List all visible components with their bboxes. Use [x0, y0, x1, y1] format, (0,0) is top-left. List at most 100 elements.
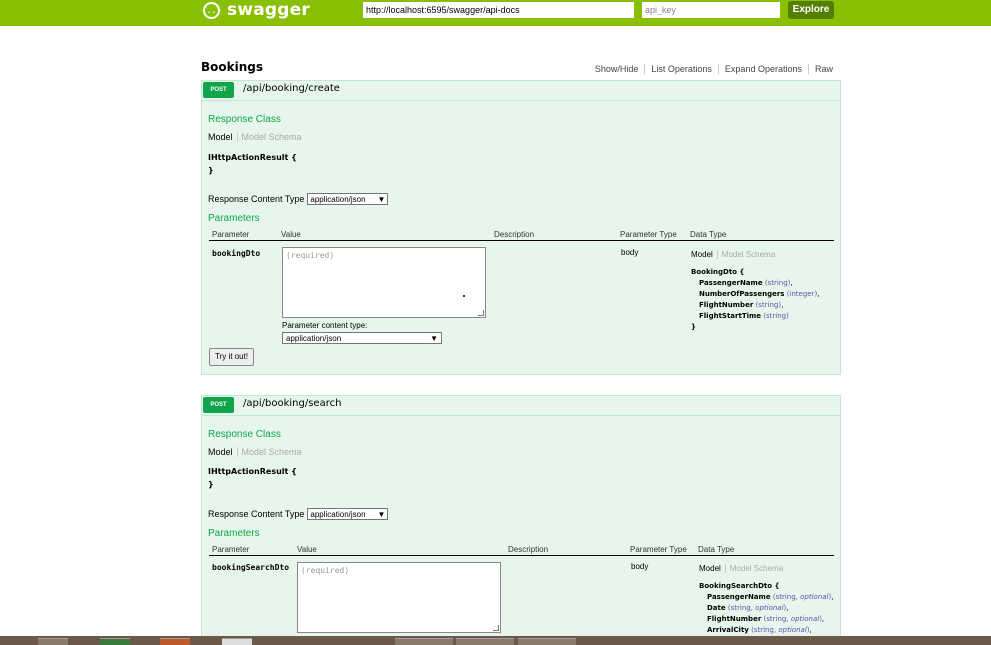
response-content-type-select[interactable]: application/json ▼: [307, 193, 389, 205]
response-class-heading: Response Class: [208, 114, 281, 125]
prop-type: string: [766, 615, 787, 623]
show-hide-link[interactable]: Show/Hide: [589, 64, 646, 74]
taskbar-item[interactable]: [160, 638, 190, 645]
prop-type: string: [758, 301, 779, 309]
col-value: Value: [297, 545, 317, 554]
explore-button[interactable]: Explore: [788, 1, 834, 19]
cursor-dot: [463, 295, 465, 297]
datatype-tab-model-schema[interactable]: Model Schema: [718, 250, 775, 259]
parameters-table-header: Parameter Value Description Parameter Ty…: [209, 545, 834, 556]
resize-handle-icon[interactable]: [493, 625, 499, 631]
param-content-type-select[interactable]: application/json ▼: [282, 332, 442, 344]
response-content-type-value: application/json: [310, 194, 366, 204]
prop-name: PassengerName: [699, 279, 763, 287]
response-model: IHttpActionResult { }: [208, 465, 297, 491]
col-data-type: Data Type: [690, 230, 727, 239]
resource-title[interactable]: Bookings: [201, 60, 263, 74]
prop-name: FlightNumber: [707, 615, 762, 623]
operation-create: POST /api/booking/create Response Class …: [201, 80, 841, 375]
resize-handle-icon[interactable]: [478, 310, 484, 316]
col-data-type: Data Type: [698, 545, 735, 554]
col-value: Value: [281, 230, 301, 239]
response-model-tabs: Model Model Schema: [208, 132, 302, 142]
operation-header[interactable]: POST /api/booking/search: [202, 396, 840, 415]
prop-type: string: [766, 312, 787, 320]
datatype-model: BookingSearchDto { PassengerName (string…: [699, 581, 833, 636]
response-content-type-label: Response Content Type: [208, 194, 305, 204]
chevron-down-icon: ▼: [377, 194, 386, 204]
swagger-logo[interactable]: {..} swagger: [202, 0, 310, 20]
param-content-type-value: application/json: [286, 333, 342, 343]
taskbar-item[interactable]: [456, 638, 514, 645]
prop-optional: optional: [755, 604, 784, 612]
taskbar-item[interactable]: [222, 638, 252, 645]
swagger-logo-icon: {..}: [202, 1, 221, 19]
raw-link[interactable]: Raw: [809, 64, 833, 74]
response-content-type-select[interactable]: application/json ▼: [307, 508, 389, 520]
param-name: bookingDto: [212, 249, 261, 258]
response-model-close: }: [208, 480, 214, 489]
prop-name: Date: [707, 604, 726, 612]
prop-optional: optional: [778, 626, 807, 634]
taskbar-item[interactable]: [518, 638, 576, 645]
taskbar-item[interactable]: [395, 638, 453, 645]
datatype-tab-model[interactable]: Model: [691, 250, 718, 259]
taskbar-item[interactable]: [38, 638, 68, 645]
expand-operations-link[interactable]: Expand Operations: [719, 64, 809, 74]
param-value-textarea[interactable]: (required): [282, 247, 486, 318]
swagger-page: {..} swagger Explore Bookings Show/Hide …: [0, 0, 991, 645]
model-name: BookingSearchDto {: [699, 582, 780, 590]
param-name: bookingSearchDto: [212, 563, 290, 572]
list-operations-link[interactable]: List Operations: [645, 64, 719, 74]
response-model: IHttpActionResult { }: [208, 151, 297, 177]
tab-model[interactable]: Model: [208, 132, 238, 142]
model-name: BookingDto {: [691, 268, 745, 276]
taskbar-item[interactable]: [100, 638, 130, 645]
col-parameter: Parameter: [212, 230, 250, 239]
datatype-tab-model[interactable]: Model: [699, 564, 726, 573]
response-model-tabs: Model Model Schema: [208, 447, 302, 457]
model-prop: Date (string, optional),: [707, 604, 789, 612]
swagger-logo-text: swagger: [227, 0, 310, 20]
operation-body: Response Class Model Model Schema IHttpAc…: [202, 100, 840, 374]
prop-name: ArrivalCity: [707, 626, 749, 634]
model-prop: PassengerName (string, optional),: [707, 593, 834, 601]
param-value-textarea[interactable]: (required): [297, 562, 501, 633]
col-parameter-type: Parameter Type: [620, 230, 677, 239]
response-content-type-value: application/json: [310, 509, 366, 519]
tab-model[interactable]: Model: [208, 447, 238, 457]
col-parameter-type: Parameter Type: [630, 545, 687, 554]
response-class-heading: Response Class: [208, 429, 281, 440]
tab-model-schema[interactable]: Model Schema: [238, 132, 302, 142]
response-model-open: IHttpActionResult {: [208, 153, 297, 162]
response-content-type-label: Response Content Type: [208, 509, 305, 519]
parameters-table-header: Parameter Value Description Parameter Ty…: [209, 230, 834, 241]
try-it-out-button[interactable]: Try it out!: [209, 348, 255, 366]
col-description: Description: [494, 230, 535, 239]
api-key-input[interactable]: [641, 1, 781, 19]
prop-type: string: [775, 593, 796, 601]
datatype-tab-model-schema[interactable]: Model Schema: [726, 564, 783, 573]
prop-type: string: [767, 279, 788, 287]
datatype-tabs: Model Model Schema: [699, 564, 783, 573]
operation-path[interactable]: /api/booking/create: [243, 83, 340, 94]
operation-path[interactable]: /api/booking/search: [243, 398, 341, 409]
prop-name: FlightNumber: [699, 301, 754, 309]
tab-model-schema[interactable]: Model Schema: [238, 447, 302, 457]
param-type: body: [621, 248, 639, 257]
param-placeholder: (required): [286, 251, 335, 260]
resource-links: Show/Hide List Operations Expand Operati…: [589, 64, 833, 74]
model-prop: FlightStartTime (string): [699, 312, 789, 320]
http-verb-badge[interactable]: POST: [203, 397, 234, 413]
operation-search: POST /api/booking/search Response Class …: [201, 395, 841, 645]
response-model-close: }: [208, 166, 214, 175]
operation-header[interactable]: POST /api/booking/create: [202, 81, 840, 100]
response-content-type: Response Content Type application/json ▼: [208, 193, 389, 205]
http-verb-badge[interactable]: POST: [203, 82, 234, 98]
param-type: body: [631, 562, 649, 571]
api-url-input[interactable]: [362, 1, 635, 19]
prop-name: PassengerName: [707, 593, 771, 601]
param-content-type-label: Parameter content type:: [282, 321, 368, 330]
prop-optional: optional: [790, 615, 820, 623]
chevron-down-icon: ▼: [377, 509, 386, 519]
